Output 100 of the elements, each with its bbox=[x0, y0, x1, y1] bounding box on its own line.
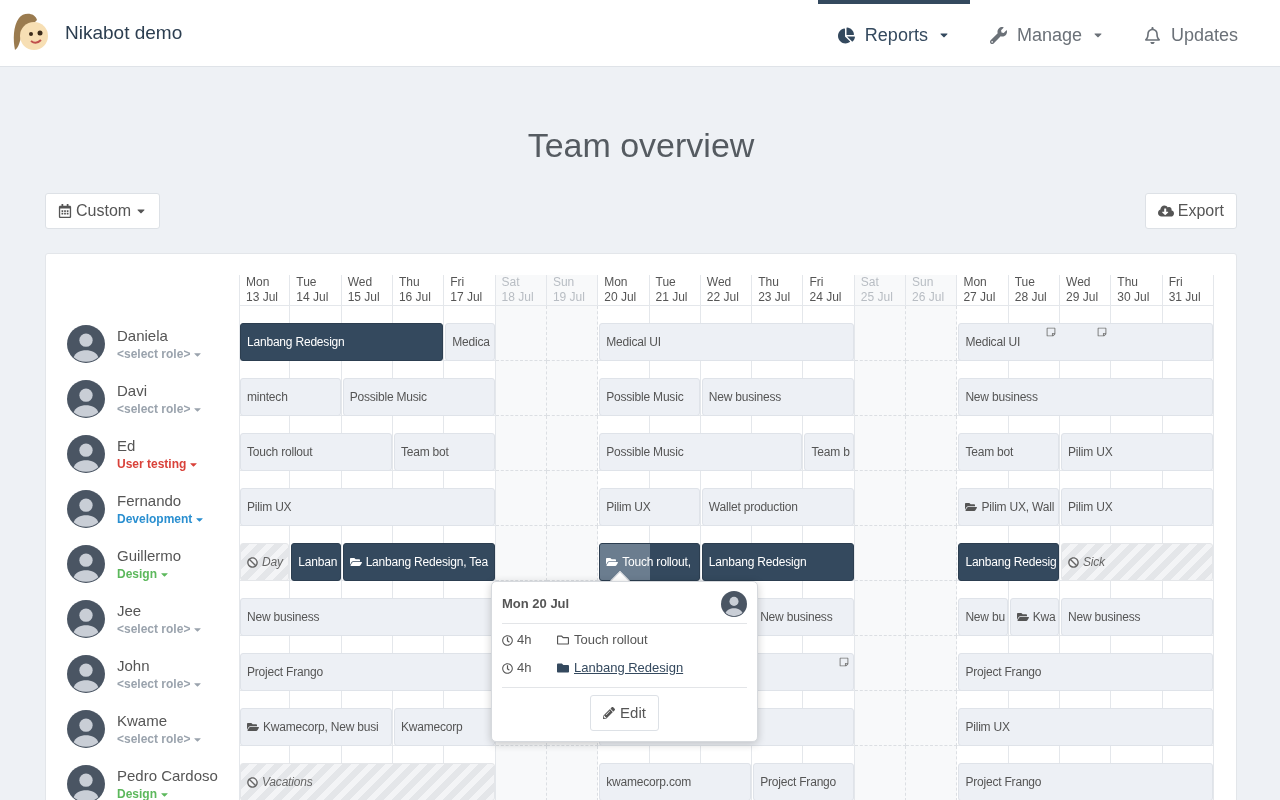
day-header: Sun 19 Jul bbox=[546, 275, 599, 306]
person-name: Davi bbox=[117, 382, 148, 400]
person-name: Kwame bbox=[117, 712, 169, 730]
project-bar[interactable]: Pilim UX bbox=[599, 488, 700, 526]
bell-icon bbox=[1143, 26, 1161, 44]
bar-label: Lanbang Redesign bbox=[247, 334, 345, 351]
absence-bar[interactable]: Sick bbox=[1061, 543, 1213, 581]
day-header: Sun 26 Jul bbox=[906, 275, 958, 306]
absence-bar[interactable]: Vacations bbox=[240, 763, 495, 800]
project-bar[interactable]: Project Frango bbox=[958, 653, 1213, 691]
calendar-cell bbox=[854, 526, 907, 581]
day-header: Sat 25 Jul bbox=[854, 275, 907, 306]
project-bar[interactable]: kwamecorp.com bbox=[599, 763, 752, 800]
bar-label: Touch rollout bbox=[247, 444, 313, 461]
project-bar[interactable]: Medical UI bbox=[599, 323, 854, 361]
day-header: Mon 13 Jul bbox=[239, 275, 291, 306]
booking-bar[interactable]: Lanbang Redesign bbox=[240, 323, 444, 361]
bar-label: Project Frango bbox=[965, 774, 1042, 791]
absence-bar[interactable]: Day bbox=[240, 543, 290, 581]
day-header: Fri 24 Jul bbox=[803, 275, 855, 306]
export-button[interactable]: Export bbox=[1144, 193, 1237, 229]
bar-label: Medical UI bbox=[606, 334, 661, 351]
ban-icon bbox=[247, 556, 258, 568]
project-bar[interactable]: New business bbox=[958, 378, 1213, 416]
project-bar[interactable]: Possible Music bbox=[342, 378, 495, 416]
avatar bbox=[67, 545, 105, 583]
bar-label: Pilim UX bbox=[965, 719, 1010, 736]
project-bar[interactable]: Touch rollout bbox=[240, 433, 392, 471]
edit-button[interactable]: Edit bbox=[590, 695, 659, 731]
project-bar[interactable]: Medica bbox=[445, 323, 495, 361]
bar-label: kwamecorp.com bbox=[606, 774, 691, 791]
project-link[interactable]: Lanbang Redesign bbox=[574, 658, 684, 678]
avatar bbox=[67, 490, 105, 528]
project-bar[interactable]: Pilim UX bbox=[1061, 488, 1213, 526]
project-bar[interactable]: Pilim UX bbox=[958, 708, 1213, 746]
bar-label: Kwamecorp bbox=[400, 719, 463, 736]
person-name: Daniela bbox=[117, 327, 169, 345]
bar-label: Vacations bbox=[262, 774, 313, 791]
role-select[interactable]: Development bbox=[117, 510, 206, 528]
day-header: Fri 31 Jul bbox=[1162, 275, 1214, 306]
day-header: Wed 29 Jul bbox=[1060, 275, 1112, 306]
calendar-cell bbox=[854, 361, 907, 416]
project-bar[interactable]: New bu bbox=[958, 598, 1008, 636]
calendar-cell bbox=[495, 416, 547, 471]
booking-bar[interactable]: Touch rollout, bbox=[599, 543, 700, 581]
avatar bbox=[67, 765, 105, 800]
avatar bbox=[67, 380, 105, 418]
project-bar[interactable]: Wallet production bbox=[701, 488, 854, 526]
date-range-button[interactable]: Custom bbox=[45, 193, 161, 229]
calendar-cell bbox=[854, 306, 907, 361]
project-bar[interactable]: Medical UI bbox=[958, 323, 1213, 361]
wrench-icon bbox=[989, 26, 1007, 44]
bar-label: Possible Music bbox=[606, 444, 684, 461]
project-bar[interactable]: Possible Music bbox=[599, 433, 803, 471]
nav-item[interactable]: Updates bbox=[1123, 0, 1258, 66]
pie-chart-icon bbox=[837, 26, 855, 44]
bar-label: New business bbox=[1068, 609, 1141, 626]
bar-label: Pilim UX bbox=[606, 499, 651, 516]
avatar bbox=[67, 655, 105, 693]
bar-label: New business bbox=[708, 389, 782, 406]
project-bar[interactable]: Team bot bbox=[393, 433, 495, 471]
project-bar[interactable]: New business bbox=[701, 378, 854, 416]
nav-item[interactable]: Manage bbox=[969, 0, 1124, 66]
day-header: Fri 17 Jul bbox=[444, 275, 496, 306]
project-bar[interactable]: Possible Music bbox=[599, 378, 700, 416]
day-header: Tue 21 Jul bbox=[649, 275, 701, 306]
project-bar[interactable]: Kwa bbox=[1009, 598, 1060, 636]
bar-label: Pilim UX bbox=[1068, 499, 1113, 516]
bar-label: Possible Music bbox=[606, 389, 684, 406]
booking-bar[interactable]: Lanbang Redesig bbox=[958, 543, 1060, 581]
person-name: Pedro Cardoso bbox=[117, 767, 218, 785]
bar-label: Wallet production bbox=[708, 499, 798, 516]
project-bar[interactable]: New business bbox=[1061, 598, 1213, 636]
project-bar[interactable]: Project Frango bbox=[958, 763, 1213, 800]
project-bar[interactable]: Kwamecorp bbox=[393, 708, 495, 746]
booking-bar[interactable]: Lanbang Redesign, Tea bbox=[342, 543, 495, 581]
entry-project: Touch rollout bbox=[574, 631, 648, 650]
project-bar[interactable]: Pilim UX bbox=[240, 488, 495, 526]
project-bar[interactable]: Team bot bbox=[958, 433, 1060, 471]
bar-label: Pilim UX, Wall bbox=[981, 499, 1055, 516]
project-bar[interactable]: Pilim UX bbox=[1061, 433, 1213, 471]
booking-bar[interactable]: Lanbang Redesign bbox=[701, 543, 854, 581]
bar-label: New bu bbox=[965, 609, 1005, 626]
bar-label: Kwa bbox=[1032, 609, 1056, 626]
booking-bar[interactable]: Lanban bbox=[291, 543, 341, 581]
project-bar[interactable]: Team b bbox=[804, 433, 854, 471]
bar-label: Sick bbox=[1083, 554, 1105, 571]
day-header: Thu 16 Jul bbox=[392, 275, 445, 306]
project-bar[interactable]: mintech bbox=[240, 378, 341, 416]
bar-label: Team bot bbox=[400, 444, 449, 461]
bar-label: Lanban bbox=[298, 554, 338, 571]
project-bar[interactable]: Project Frango bbox=[753, 763, 854, 800]
nav-item[interactable]: Reports bbox=[817, 0, 970, 66]
day-header: Thu 30 Jul bbox=[1111, 275, 1163, 306]
role-select[interactable]: User testing bbox=[117, 455, 200, 473]
clock-icon bbox=[502, 634, 513, 646]
project-bar[interactable]: Kwamecorp, New busi bbox=[240, 708, 392, 746]
entry-hours: 4h bbox=[517, 631, 533, 650]
day-header: Wed 15 Jul bbox=[341, 275, 393, 306]
project-bar[interactable]: Pilim UX, Wall bbox=[958, 488, 1060, 526]
